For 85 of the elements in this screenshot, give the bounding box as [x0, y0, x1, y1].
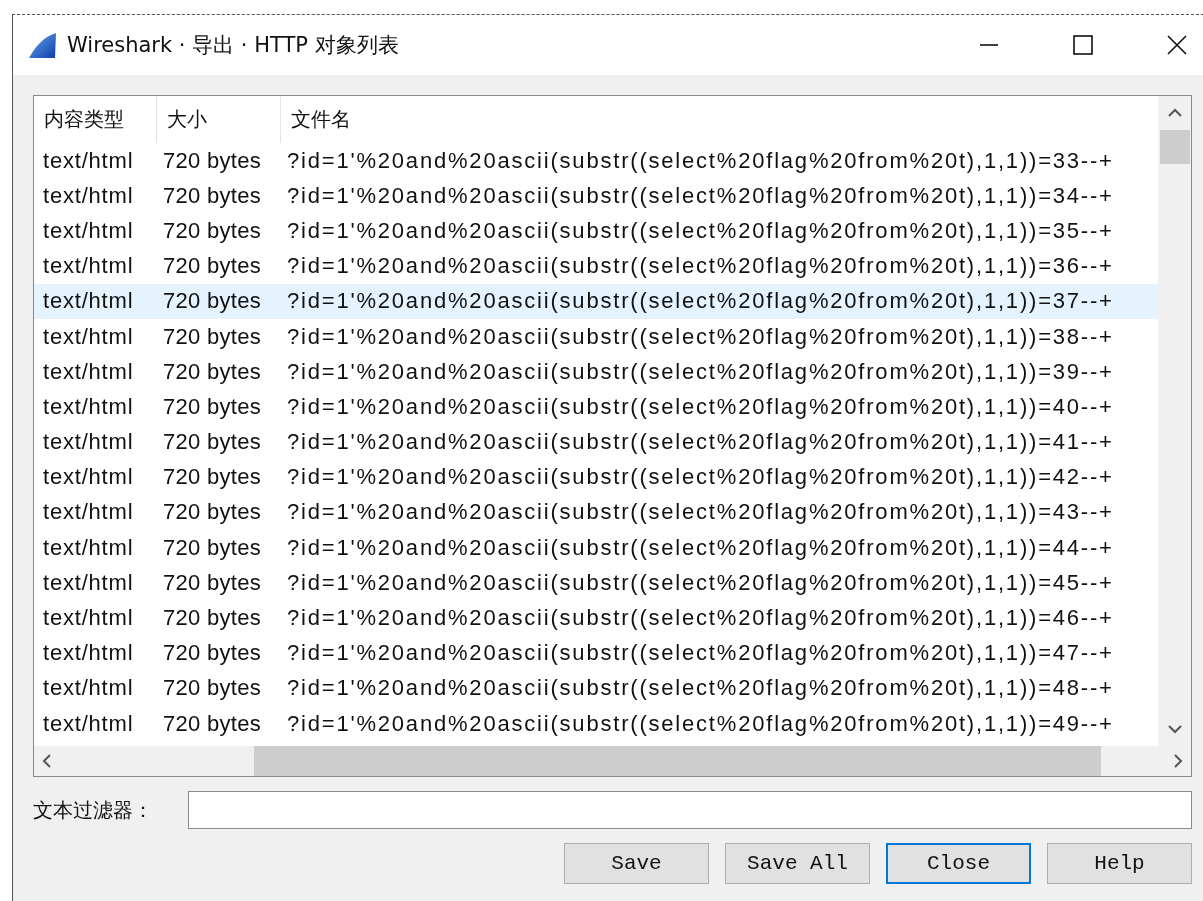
table-cell-text: text/html [42, 217, 135, 244]
vertical-scrollbar[interactable] [1158, 96, 1191, 746]
table-row[interactable]: text/html 720 bytes ?id=1'%20and%20ascii(substr((select%20flag%20from%20t),1,1))=40--+ [34, 389, 1158, 425]
table-row[interactable]: text/html 720 bytes ?id=1'%20and%20ascii(substr((select%20flag%20from%20t),1,1))=49--+ [34, 706, 1158, 742]
table-cell-text: ?id=1'%20and%20ascii(substr((select%20flag%20from%20t),1,1))=39--+ [286, 358, 1114, 385]
table-cell-text: text/html [42, 534, 135, 561]
fin-icon [27, 31, 57, 59]
table-cell-text: 720 bytes [162, 605, 263, 632]
table-cell-text: text/html [42, 182, 135, 209]
table-row[interactable]: text/html 720 bytes ?id=1'%20and%20ascii(substr((select%20flag%20from%20t),1,1))=44--+ [34, 530, 1158, 566]
table-cell-text: text/html [42, 323, 135, 350]
table-row[interactable]: text/html 720 bytes ?id=1'%20and%20ascii(substr((select%20flag%20from%20t),1,1))=33--+ [34, 143, 1158, 179]
table-cell-text: text/html [42, 253, 135, 280]
column-header[interactable]: 内容类型 [34, 96, 157, 143]
table-row[interactable]: text/html 720 bytes ?id=1'%20and%20ascii(substr((select%20flag%20from%20t),1,1))=41--+ [34, 424, 1158, 460]
table-cell-text: 720 bytes [162, 569, 263, 596]
table-cell-text: ?id=1'%20and%20ascii(substr((select%20flag%20from%20t),1,1))=43--+ [286, 499, 1114, 526]
column-header[interactable]: 大小 [157, 96, 281, 143]
table-cell-text: text/html [42, 710, 135, 737]
table-row[interactable]: text/html 720 bytes ?id=1'%20and%20ascii(substr((select%20flag%20from%20t),1,1))=48--+ [34, 670, 1158, 706]
table-cell-text: ?id=1'%20and%20ascii(substr((select%20flag%20from%20t),1,1))=36--+ [286, 253, 1114, 280]
table-cell-text: text/html [42, 640, 135, 667]
table-cell-text: text/html [42, 429, 135, 456]
table-cell-text: text/html [42, 393, 135, 420]
table-row[interactable]: text/html 720 bytes ?id=1'%20and%20ascii(substr((select%20flag%20from%20t),1,1))=47--+ [34, 635, 1158, 671]
table-cell-text: ?id=1'%20and%20ascii(substr((select%20flag%20from%20t),1,1))=34--+ [286, 182, 1114, 209]
scrollbar-thumb[interactable] [1159, 130, 1190, 164]
table-cell-text: text/html [42, 464, 135, 491]
dialog-button[interactable]: Save All [725, 843, 870, 884]
table-row[interactable]: text/html 720 bytes ?id=1'%20and%20ascii(substr((select%20flag%20from%20t),1,1))=34--+ [34, 178, 1158, 214]
table-cell-text: text/html [42, 288, 135, 315]
filter-label: 文本过滤器： [33, 796, 154, 824]
table-cell-text: 720 bytes [162, 393, 263, 420]
table-row[interactable]: text/html 720 bytes ?id=1'%20and%20ascii(substr((select%20flag%20from%20t),1,1))=36--+ [34, 248, 1158, 284]
table-row[interactable]: text/html 720 bytes ?id=1'%20and%20ascii(substr((select%20flag%20from%20t),1,1))=37--+ [34, 283, 1158, 319]
table-cell-text: ?id=1'%20and%20ascii(substr((select%20flag%20from%20t),1,1))=40--+ [286, 393, 1114, 420]
table-cell-text: ?id=1'%20and%20ascii(substr((select%20flag%20from%20t),1,1))=33--+ [286, 147, 1114, 174]
table-row[interactable]: text/html 720 bytes ?id=1'%20and%20ascii(substr((select%20flag%20from%20t),1,1))=43--+ [34, 494, 1158, 531]
scrollbar-thumb[interactable] [254, 746, 1101, 776]
table-cell-text: ?id=1'%20and%20ascii(substr((select%20flag%20from%20t),1,1))=42--+ [286, 464, 1114, 491]
close-icon[interactable] [1166, 34, 1188, 56]
table-cell-text: text/html [42, 147, 135, 174]
dialog-button[interactable]: Help [1047, 843, 1192, 884]
table-cell-text: text/html [42, 569, 135, 596]
table-cell-text: text/html [42, 605, 135, 632]
dialog-button[interactable]: Save [564, 843, 709, 884]
dialog-button[interactable]: Close [886, 843, 1031, 884]
table-cell-text: 720 bytes [162, 429, 263, 456]
table-cell-text: 720 bytes [162, 253, 263, 280]
table-row[interactable]: text/html 720 bytes ?id=1'%20and%20ascii(substr((select%20flag%20from%20t),1,1))=46--+ [34, 600, 1158, 636]
table-cell-text: ?id=1'%20and%20ascii(substr((select%20flag%20from%20t),1,1))=35--+ [286, 217, 1114, 244]
table-cell-text: ?id=1'%20and%20ascii(substr((select%20flag%20from%20t),1,1))=44--+ [286, 534, 1114, 561]
table-cell-text: ?id=1'%20and%20ascii(substr((select%20flag%20from%20t),1,1))=38--+ [286, 323, 1114, 350]
table-cell-text: 720 bytes [162, 358, 263, 385]
horizontal-scrollbar[interactable] [34, 746, 1191, 776]
table-cell-text: 720 bytes [162, 499, 263, 526]
table-cell-text: 720 bytes [162, 675, 263, 702]
table-row[interactable]: text/html 720 bytes ?id=1'%20and%20ascii(substr((select%20flag%20from%20t),1,1))=35--+ [34, 213, 1158, 249]
table-cell-text: ?id=1'%20and%20ascii(substr((select%20flag%20from%20t),1,1))=45--+ [286, 569, 1114, 596]
table-cell-text: text/html [42, 499, 135, 526]
table-cell-text: 720 bytes [162, 217, 263, 244]
table-cell-text: text/html [42, 358, 135, 385]
window-title: Wireshark · 导出 · HTTP 对象列表 [67, 32, 399, 59]
table-cell-text: 720 bytes [162, 464, 263, 491]
table-cell-text: 720 bytes [162, 534, 263, 561]
table-cell-text: text/html [42, 675, 135, 702]
table-row[interactable]: text/html 720 bytes ?id=1'%20and%20ascii(substr((select%20flag%20from%20t),1,1))=42--+ [34, 459, 1158, 495]
maximize-icon[interactable] [1072, 34, 1094, 56]
table-cell-text: 720 bytes [162, 288, 263, 315]
table-cell-text: 720 bytes [162, 710, 263, 737]
table-cell-text: 720 bytes [162, 323, 263, 350]
table-cell-text: ?id=1'%20and%20ascii(substr((select%20flag%20from%20t),1,1))=48--+ [286, 675, 1114, 702]
table-cell-text: 720 bytes [162, 640, 263, 667]
table-cell-text: ?id=1'%20and%20ascii(substr((select%20flag%20from%20t),1,1))=46--+ [286, 605, 1114, 632]
table-cell-text: 720 bytes [162, 182, 263, 209]
table-cell-text: ?id=1'%20and%20ascii(substr((select%20flag%20from%20t),1,1))=37--+ [286, 288, 1114, 315]
table-cell-text: 720 bytes [162, 147, 263, 174]
filter-field[interactable] [188, 791, 1192, 829]
column-header[interactable]: 文件名 [281, 96, 1158, 143]
table-row[interactable]: text/html 720 bytes ?id=1'%20and%20ascii(substr((select%20flag%20from%20t),1,1))=38--+ [34, 318, 1158, 355]
table-cell-text: ?id=1'%20and%20ascii(substr((select%20flag%20from%20t),1,1))=49--+ [286, 710, 1114, 737]
table-row[interactable]: text/html 720 bytes ?id=1'%20and%20ascii(substr((select%20flag%20from%20t),1,1))=45--+ [34, 565, 1158, 601]
table-cell-text: ?id=1'%20and%20ascii(substr((select%20flag%20from%20t),1,1))=47--+ [286, 640, 1114, 667]
table-cell-text: ?id=1'%20and%20ascii(substr((select%20flag%20from%20t),1,1))=41--+ [286, 429, 1114, 456]
table-row[interactable]: text/html 720 bytes ?id=1'%20and%20ascii(substr((select%20flag%20from%20t),1,1))=39--+ [34, 354, 1158, 390]
